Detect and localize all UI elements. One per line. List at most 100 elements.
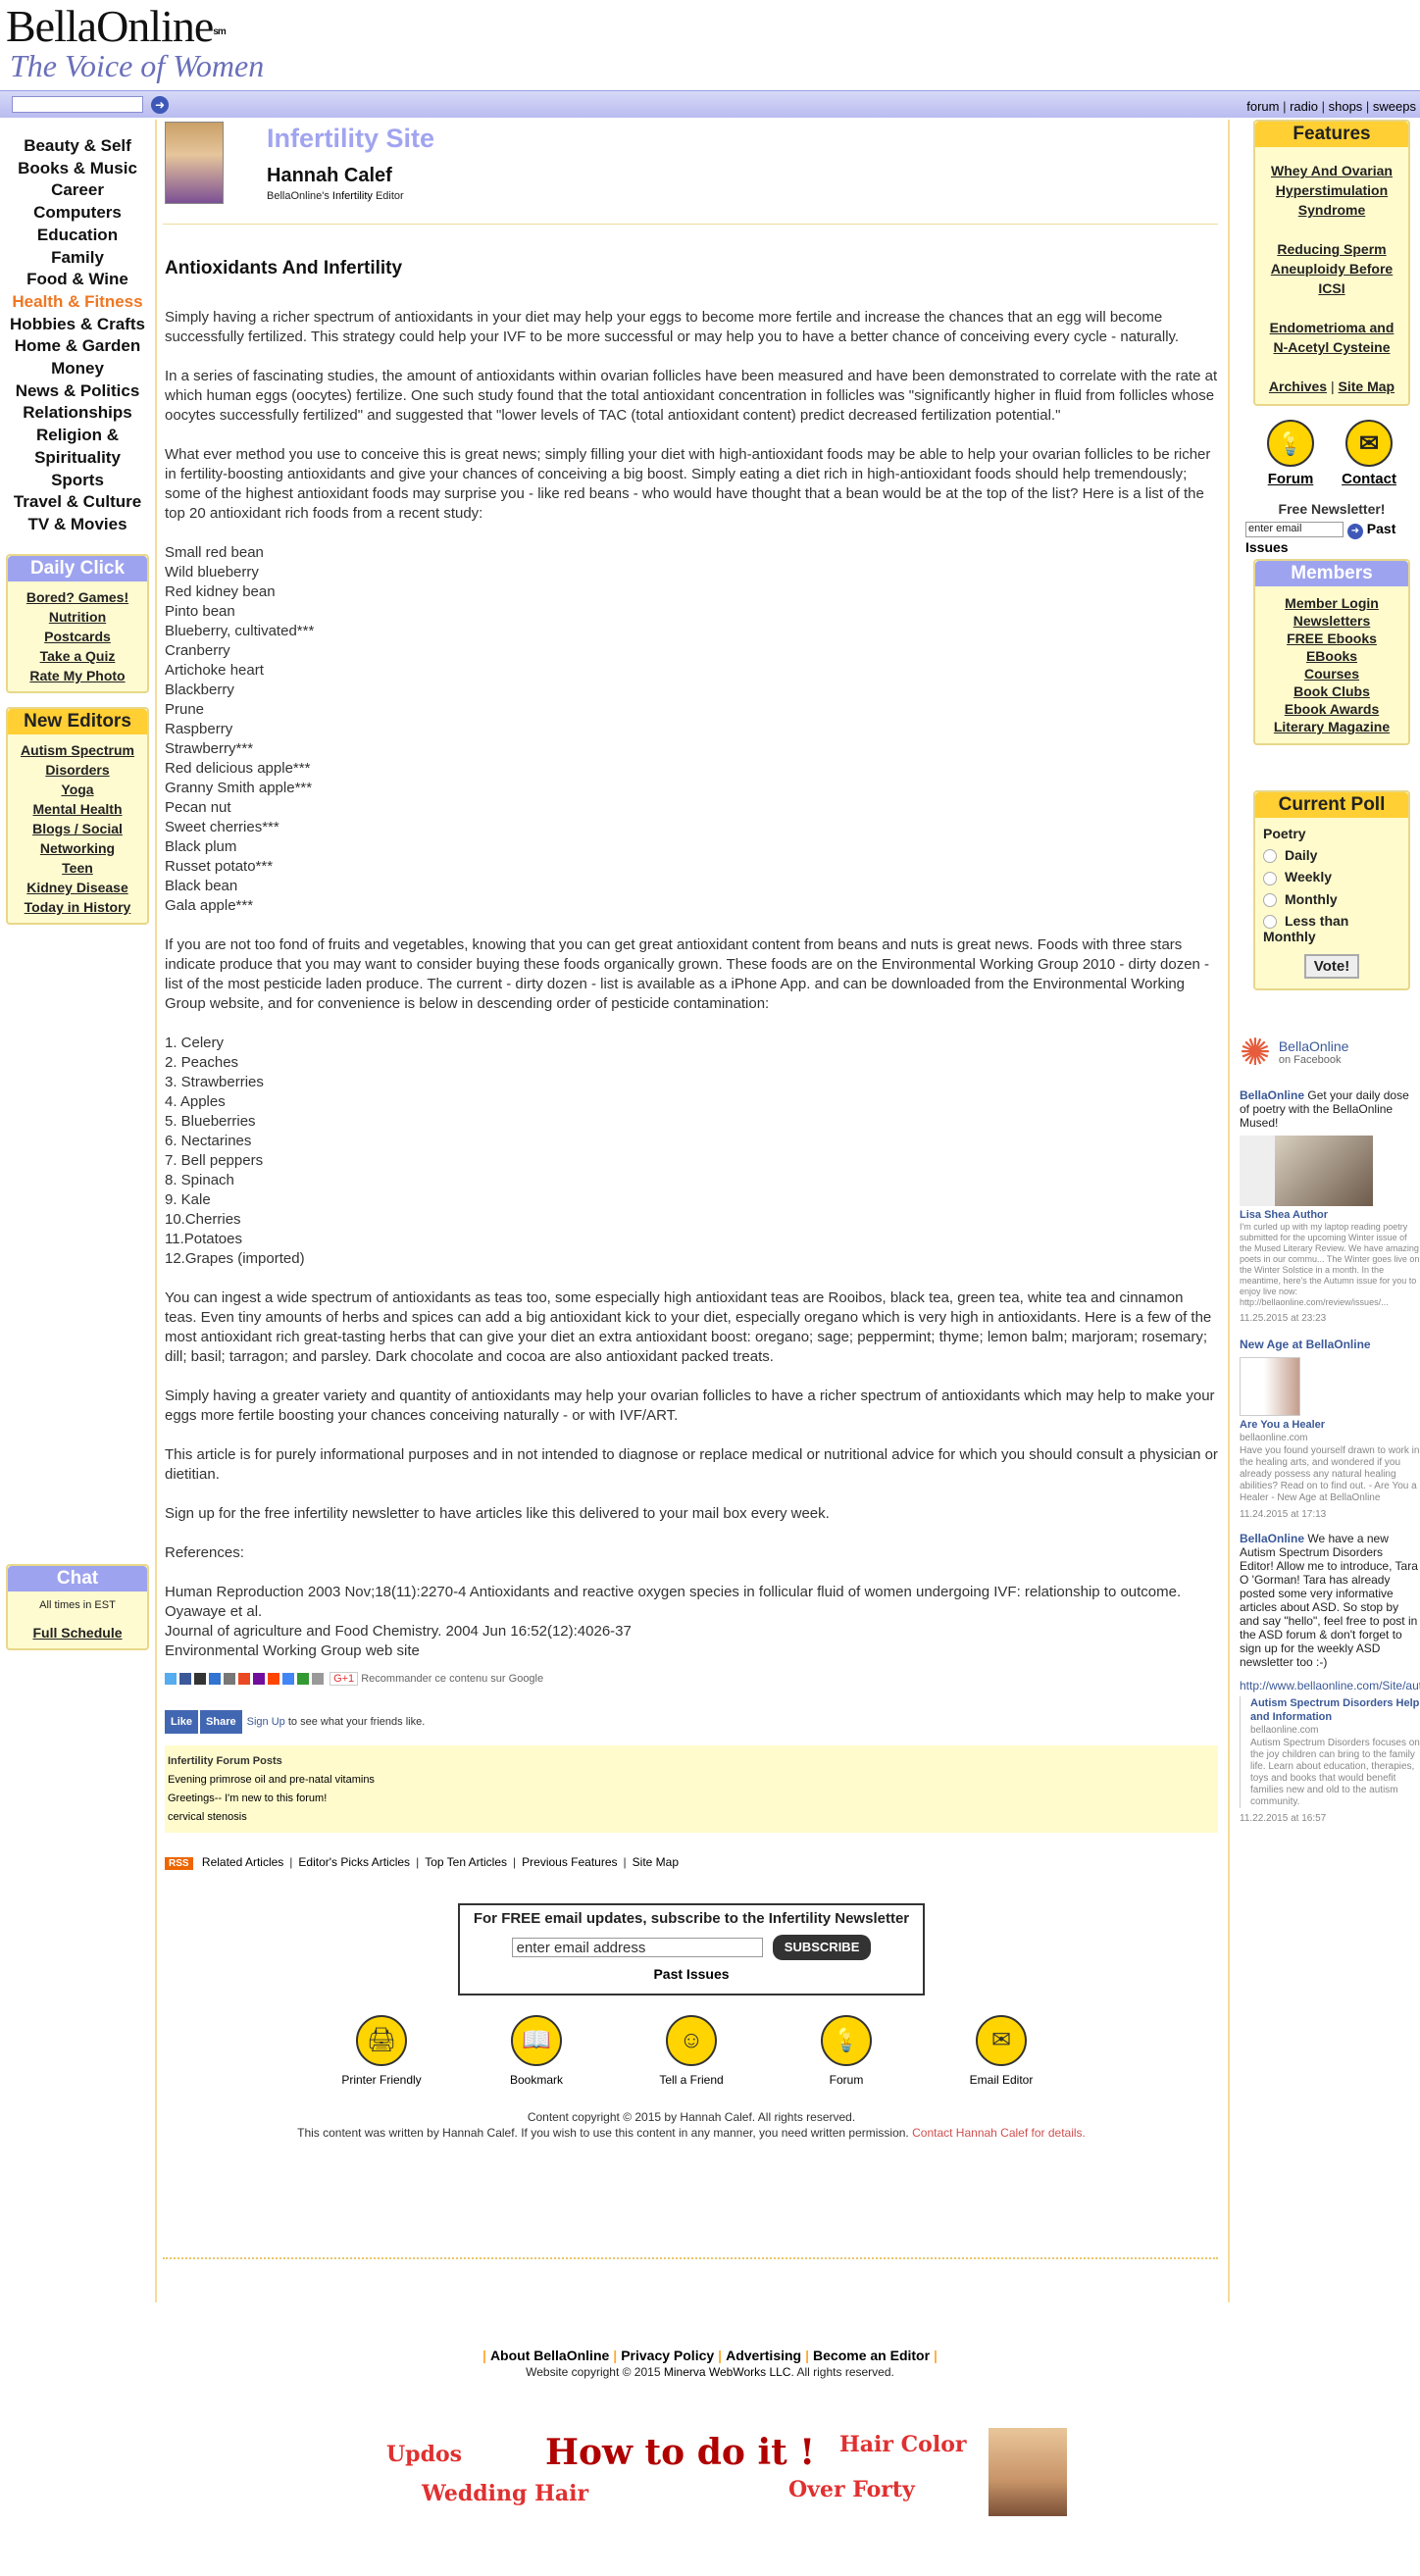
category-link[interactable]: Sports [0,470,155,492]
email-editor-tool[interactable]: ✉ Email Editor [924,2015,1079,2090]
fb-card-title[interactable]: Lisa Shea Author [1240,1208,1420,1222]
site-title[interactable]: Infertility Site [267,124,434,154]
radio-link[interactable]: radio [1290,99,1318,114]
new-editor-link[interactable]: Teen [8,858,147,878]
new-editor-link[interactable]: Yoga [8,780,147,799]
right-go-icon[interactable]: ➜ [1346,524,1363,539]
category-link[interactable]: TV & Movies [0,514,155,536]
poll-option[interactable]: Daily [1263,847,1400,864]
radio-button[interactable] [1263,915,1277,930]
fb-post-author[interactable]: BellaOnline [1240,1088,1304,1102]
shops-link[interactable]: shops [1329,99,1363,114]
bellaonline-logo[interactable]: BellaOnlinesm The Voice of Women [6,4,264,83]
delicious-icon[interactable] [209,1673,221,1686]
fb-post-title[interactable]: New Age at BellaOnline [1240,1338,1420,1351]
footer-link[interactable]: About BellaOnline [490,2348,609,2363]
rss-icon[interactable]: RSS [165,1857,193,1870]
fb-share-button[interactable]: Share [200,1710,242,1734]
forum-button[interactable]: 💡 Forum [1267,420,1315,487]
daily-click-link[interactable]: Rate My Photo [8,666,147,685]
newsletter-email-input[interactable]: enter email address [511,1938,763,1957]
member-link[interactable]: Ebook Awards [1255,700,1408,718]
fb-page-name[interactable]: BellaOnline [1279,1039,1349,1053]
category-link[interactable]: Health & Fitness [0,291,155,314]
fb-signup-link[interactable]: Sign Up [247,1716,285,1728]
daily-click-link[interactable]: Bored? Games! [8,587,147,607]
member-link[interactable]: Literary Magazine [1255,718,1408,735]
member-link[interactable]: FREE Ebooks [1255,630,1408,647]
member-link[interactable]: Book Clubs [1255,682,1408,700]
daily-click-link[interactable]: Nutrition [8,607,147,627]
category-link[interactable]: Family [0,247,155,270]
forum-post-link[interactable]: Greetings-- I'm new to this forum! [168,1790,1215,1808]
new-editor-link[interactable]: Mental Health [8,799,147,819]
subscribe-button[interactable]: SUBSCRIBE [772,1935,872,1960]
poll-option[interactable]: Monthly [1263,891,1400,907]
category-link[interactable]: Education [0,225,155,247]
digg-icon[interactable] [224,1673,235,1686]
new-editor-link[interactable]: Autism Spectrum [8,740,147,760]
reddit-icon[interactable] [268,1673,279,1686]
article-nav-link[interactable]: Related Articles [202,1855,283,1869]
footer-link[interactable]: Become an Editor [813,2348,930,2363]
new-editor-link[interactable]: Blogs / Social [8,819,147,838]
daily-click-link[interactable]: Postcards [8,627,147,646]
fb-card-title[interactable]: Are You a Healer [1240,1418,1420,1432]
archives-link[interactable]: Archives [1269,379,1327,394]
article-nav-link[interactable]: Previous Features [522,1855,617,1869]
contact-editor-link[interactable]: Contact Hannah Calef for details. [912,2126,1086,2140]
bookmark-tool[interactable]: 📖 Bookmark [459,2015,614,2090]
category-link[interactable]: Religion & [0,425,155,447]
right-email-input[interactable]: enter email [1245,522,1344,538]
category-link[interactable]: Food & Wine [0,269,155,291]
tell-a-friend-tool[interactable]: ☺ Tell a Friend [614,2015,769,2090]
twitter-icon[interactable] [165,1673,177,1686]
contact-button[interactable]: ✉ Contact [1342,420,1396,487]
yahoo-icon[interactable] [253,1673,265,1686]
member-link[interactable]: Member Login [1255,594,1408,612]
feature-link[interactable]: Endometrioma and N-Acetyl Cysteine [1263,318,1400,357]
infertility-link[interactable]: Infertility [332,190,373,202]
category-link[interactable]: Beauty & Self [0,135,155,158]
category-link[interactable]: Spirituality [0,447,155,470]
radio-button[interactable] [1263,871,1277,885]
category-link[interactable]: Home & Garden [0,335,155,358]
daily-click-link[interactable]: Take a Quiz [8,646,147,666]
footer-link[interactable]: Advertising [726,2348,801,2363]
article-nav-link[interactable]: Top Ten Articles [425,1855,507,1869]
poll-option[interactable]: Weekly [1263,869,1400,885]
new-editor-link[interactable]: Kidney Disease [8,878,147,897]
category-link[interactable]: Money [0,358,155,380]
search-go-icon[interactable]: ➜ [151,96,169,114]
category-link[interactable]: Travel & Culture [0,491,155,514]
new-editor-link[interactable]: Today in History [8,897,147,917]
forum-post-link[interactable]: cervical stenosis [168,1808,1215,1827]
category-link[interactable]: Books & Music [0,158,155,180]
feature-link[interactable]: Whey And Ovarian Hyperstimulation Syndro… [1263,161,1400,220]
member-link[interactable]: Newsletters [1255,612,1408,630]
full-schedule-link[interactable]: Full Schedule [8,1623,147,1642]
footer-link[interactable]: Privacy Policy [621,2348,714,2363]
email-icon[interactable] [312,1673,324,1686]
member-link[interactable]: Courses [1255,665,1408,682]
radio-button[interactable] [1263,849,1277,864]
category-link[interactable]: Career [0,179,155,202]
fb-card-title[interactable]: Autism Spectrum Disorders Help and Infor… [1250,1696,1420,1724]
fb-post-url[interactable]: http://www.bellaonline.com/Site/autism [1240,1679,1420,1692]
hair-ad-banner[interactable]: Updos How to do it ! Hair Color Wedding … [373,2426,1079,2524]
fb-like-button[interactable]: Like [165,1710,199,1734]
forum-link[interactable]: forum [1246,99,1279,114]
new-editor-link[interactable]: Networking [8,838,147,858]
forum-tool[interactable]: 💡 Forum [769,2015,924,2090]
vote-button[interactable]: Vote! [1303,954,1360,980]
feature-link[interactable]: Reducing Sperm Aneuploidy Before ICSI [1263,239,1400,298]
stumbleupon-icon[interactable] [238,1673,250,1686]
past-issues-link[interactable]: Past Issues [653,1966,729,1982]
fb-post-author[interactable]: BellaOnline [1240,1532,1304,1545]
site-map-link[interactable]: Site Map [1339,379,1395,394]
article-nav-link[interactable]: Editor's Picks Articles [298,1855,410,1869]
printer-friendly-tool[interactable]: 🖨 Printer Friendly [304,2015,459,2090]
radio-button[interactable] [1263,892,1277,907]
site-search-input[interactable] [12,96,143,113]
technorati-icon[interactable] [297,1673,309,1686]
